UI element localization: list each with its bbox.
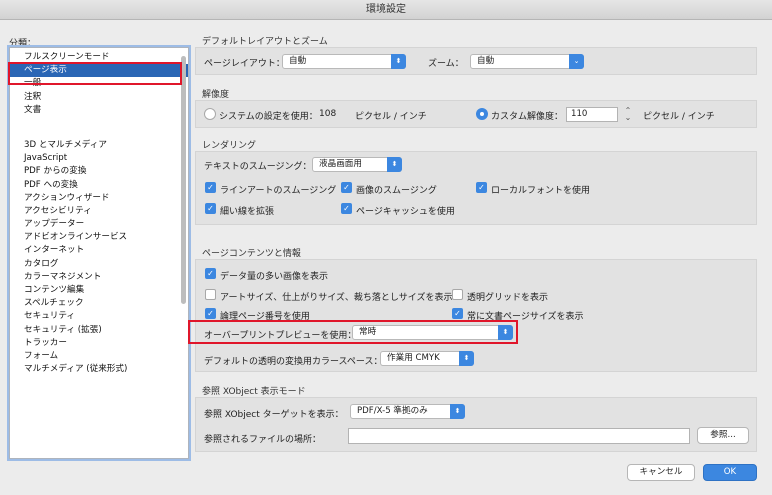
sizes-label: アートサイズ、仕上がりサイズ、裁ち落としサイズを表示 xyxy=(220,293,453,303)
page-layout-value: 自動 xyxy=(289,56,307,66)
text-smoothing-popup[interactable]: 液晶画面用 ⬍ xyxy=(312,157,402,172)
category-item[interactable]: インターネット xyxy=(10,244,188,257)
category-item[interactable]: JavaScript xyxy=(10,152,188,165)
file-location-input[interactable] xyxy=(348,428,690,444)
blend-space-value: 作業用 CMYK xyxy=(387,353,440,363)
category-item[interactable]: フォーム xyxy=(10,350,188,363)
section-title-resolution: 解像度 xyxy=(202,90,230,100)
resolution-stepper[interactable]: ⌃ ⌄ xyxy=(624,107,632,122)
category-item[interactable]: アクセシビリティ xyxy=(10,205,188,218)
check-icon[interactable]: ✓ xyxy=(341,203,352,214)
check-icon[interactable]: ✓ xyxy=(341,182,352,193)
category-item[interactable]: カタログ xyxy=(10,258,188,271)
text-smoothing-label: テキストのスムージング： xyxy=(204,162,312,172)
category-item[interactable]: 文書 xyxy=(10,104,188,117)
unit-label: ピクセル / インチ xyxy=(355,112,427,122)
zoom-label: ズーム： xyxy=(428,59,464,69)
category-item[interactable]: トラッカー xyxy=(10,337,188,350)
system-resolution-value: 108 xyxy=(319,109,337,119)
zoom-value: 自動 xyxy=(477,56,495,66)
xobject-target-value: PDF/X-5 準拠のみ xyxy=(357,406,428,416)
section-title-rendering: レンダリング xyxy=(202,141,257,151)
cancel-button[interactable]: キャンセル xyxy=(627,464,695,481)
image-smoothing-label: 画像のスムージング xyxy=(356,186,437,196)
section-title-page-content: ページコンテンツと情報 xyxy=(202,249,301,259)
check-icon[interactable]: ✓ xyxy=(205,203,216,214)
window-title: 環境設定 xyxy=(366,4,406,15)
page-layout-label: ページレイアウト： xyxy=(204,59,285,69)
category-item[interactable]: PDF からの変換 xyxy=(10,165,188,178)
page-cache-label: ページキャッシュを使用 xyxy=(356,207,455,217)
check-icon[interactable]: ✓ xyxy=(452,308,463,319)
zoom-popup[interactable]: 自動 ⌄ xyxy=(470,54,584,69)
xobject-target-label: 参照 XObject ターゲットを表示： xyxy=(204,410,344,420)
category-list[interactable]: フルスクリーンモード ページ表示 一般 注釈 文書 3D とマルチメディア Ja… xyxy=(9,47,189,459)
category-item[interactable]: セキュリティ xyxy=(10,310,188,323)
category-item[interactable]: セキュリティ (拡張) xyxy=(10,324,188,337)
chevron-updown-icon: ⬍ xyxy=(459,351,474,366)
category-item[interactable]: PDF への変換 xyxy=(10,179,188,192)
ok-button[interactable]: OK xyxy=(703,464,757,481)
custom-resolution-radio[interactable] xyxy=(476,108,488,120)
category-item[interactable]: 注釈 xyxy=(10,91,188,104)
chevron-down-icon: ⌄ xyxy=(569,54,584,69)
line-art-smoothing-label: ラインアートのスムージング xyxy=(220,186,337,196)
check-icon[interactable]: ✓ xyxy=(205,308,216,319)
highlight-overprint xyxy=(188,320,518,344)
category-separator xyxy=(10,117,188,139)
check-icon[interactable]: ✓ xyxy=(476,182,487,193)
system-resolution-label: システムの設定を使用： xyxy=(219,112,318,122)
large-images-label: データ量の多い画像を表示 xyxy=(220,272,329,282)
chevron-updown-icon: ⬍ xyxy=(391,54,406,69)
custom-resolution-label: カスタム解像度： xyxy=(491,112,564,122)
text-smoothing-value: 液晶画面用 xyxy=(319,159,362,169)
category-item[interactable]: 3D とマルチメディア xyxy=(10,139,188,152)
section-title-layout-zoom: デフォルトレイアウトとズーム xyxy=(202,37,328,47)
chevron-updown-icon: ⬍ xyxy=(387,157,402,172)
xobject-target-popup[interactable]: PDF/X-5 準拠のみ ⬍ xyxy=(350,404,465,419)
section-title-xobject: 参照 XObject 表示モード xyxy=(202,387,306,397)
local-fonts-label: ローカルフォントを使用 xyxy=(491,186,591,196)
window-titlebar: 環境設定 xyxy=(0,0,772,20)
thin-lines-label: 細い線を拡張 xyxy=(220,207,275,217)
page-layout-popup[interactable]: 自動 ⬍ xyxy=(282,54,406,69)
browse-button[interactable]: 参照... xyxy=(697,427,749,444)
check-icon[interactable]: ✓ xyxy=(205,182,216,193)
unit-label: ピクセル / インチ xyxy=(643,112,715,122)
category-item[interactable]: コンテンツ編集 xyxy=(10,284,188,297)
category-item[interactable]: アップデーター xyxy=(10,218,188,231)
blend-space-popup[interactable]: 作業用 CMYK ⬍ xyxy=(380,351,474,366)
chevron-updown-icon: ⬍ xyxy=(450,404,465,419)
blend-space-label: デフォルトの透明の変換用カラースペース： xyxy=(204,357,383,367)
transparency-grid-label: 透明グリッドを表示 xyxy=(467,293,549,303)
category-item[interactable]: カラーマネジメント xyxy=(10,271,188,284)
category-item[interactable]: スペルチェック xyxy=(10,297,188,310)
category-item[interactable]: マルチメディア (従来形式) xyxy=(10,363,188,376)
sizes-checkbox[interactable] xyxy=(205,289,216,300)
category-item[interactable]: アクションウィザード xyxy=(10,192,188,205)
check-icon[interactable]: ✓ xyxy=(205,268,216,279)
category-item[interactable]: アドビオンラインサービス xyxy=(10,231,188,244)
highlight-selected-category xyxy=(8,62,182,85)
transparency-grid-checkbox[interactable] xyxy=(452,289,463,300)
system-resolution-radio[interactable] xyxy=(204,108,216,120)
category-scrollbar[interactable] xyxy=(181,56,186,304)
file-location-label: 参照されるファイルの場所： xyxy=(204,435,322,445)
custom-resolution-input[interactable]: 110 xyxy=(566,107,618,122)
